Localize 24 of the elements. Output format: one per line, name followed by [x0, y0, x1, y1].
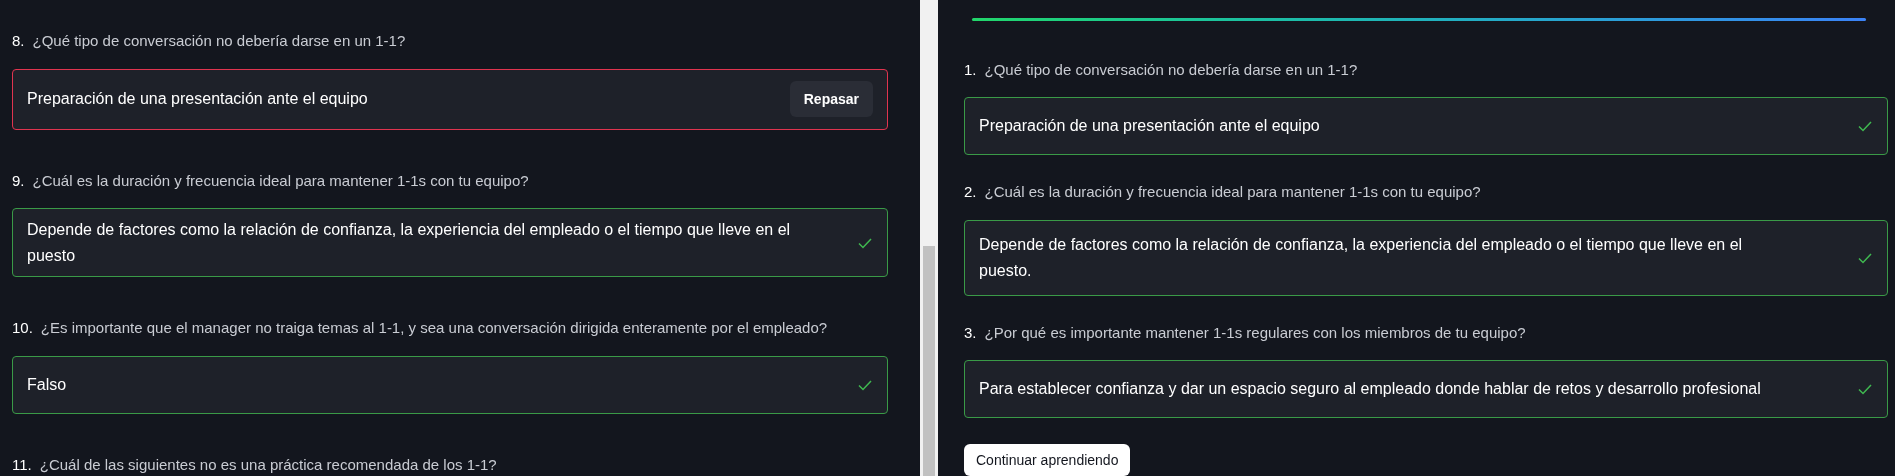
question-text: ¿Qué tipo de conversación no debería darse en un 1-1?: [984, 59, 1358, 80]
question-text: ¿Cuál es la duración y frecuencia ideal para mantener 1-1s con tu equipo?: [984, 182, 1481, 203]
question-text: ¿Por qué es importante mantener 1-1s regulares con los miembros de tu equipo?: [984, 322, 1526, 343]
question-text: ¿Cuál de las siguientes no es una práctica recomendada de los 1-1?: [39, 454, 497, 475]
review-button[interactable]: Repasar: [789, 81, 873, 117]
question-number: 2.: [964, 182, 977, 203]
scrollbar[interactable]: [920, 0, 938, 476]
question-number: 10.: [12, 318, 33, 338]
question-text: ¿Cuál es la duración y frecuencia ideal para mantener 1-1s con tu equipo?: [32, 170, 529, 191]
answer-text: Preparación de una presentación ante el equipo: [27, 89, 368, 109]
question-text: ¿Es importante que el manager no traiga temas al 1-1, y sea una conversación dirigida enteramente por el empleado?: [40, 318, 828, 338]
answer-text: Preparación de una presentación ante el equipo: [979, 116, 1320, 137]
question-text: ¿Qué tipo de conversación no debería darse en un 1-1?: [32, 31, 406, 51]
answer-text: Falso: [27, 374, 67, 395]
question-number: 8.: [12, 31, 25, 51]
answer-text: Depende de factores como la relación de confianza, la experiencia del empleado o el tiempo que lleve en el puesto: [27, 219, 792, 266]
scrollbar-thumb[interactable]: [923, 246, 935, 476]
question-number: 9.: [12, 170, 25, 191]
answer-text: Para establecer confianza y dar un espacio seguro al empleado donde hablar de retos y desarrollo profesional: [979, 379, 1761, 400]
answer-text: Depende de factores como la relación de confianza, la experiencia del empleado o el tiempo que lleve en el puesto.: [979, 234, 1744, 281]
continue-button[interactable]: Continuar aprendiendo: [964, 444, 1131, 476]
question-number: 11.: [12, 454, 32, 475]
question-number: 1.: [964, 59, 977, 80]
question-number: 3.: [964, 322, 977, 343]
